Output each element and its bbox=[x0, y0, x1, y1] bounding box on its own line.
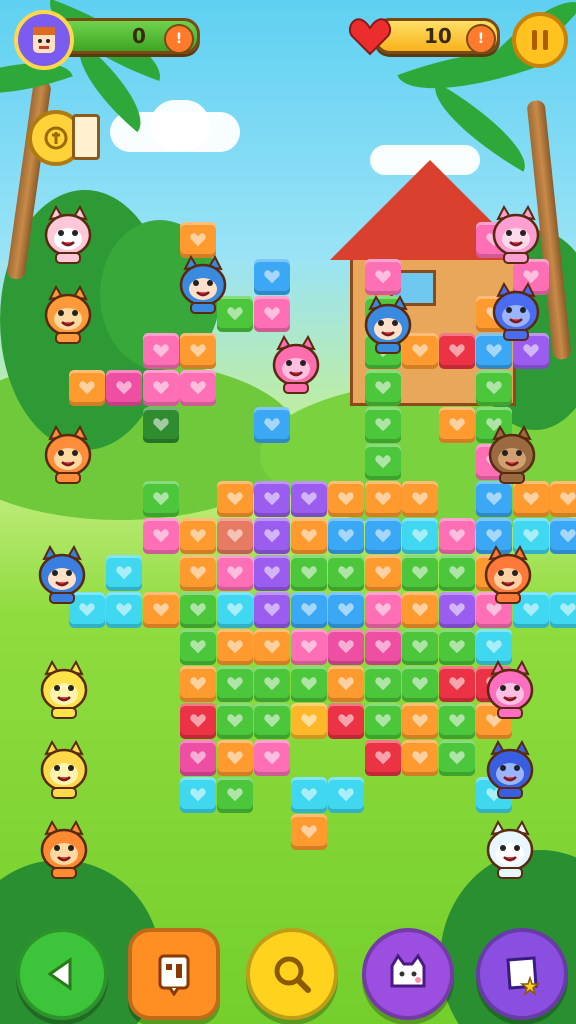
pet-button[interactable] bbox=[362, 928, 454, 1020]
orange-fish-character[interactable] bbox=[480, 544, 536, 609]
score-value: 0 bbox=[132, 24, 146, 48]
arrow-left-icon bbox=[47, 957, 72, 991]
map-star-button[interactable] bbox=[476, 928, 568, 1020]
card-button[interactable] bbox=[128, 928, 220, 1020]
avatar[interactable] bbox=[14, 10, 74, 70]
pink-cat-character[interactable] bbox=[40, 204, 96, 269]
pause-button[interactable] bbox=[512, 12, 568, 68]
orange-bear-character[interactable] bbox=[40, 284, 96, 349]
boy-2-character[interactable] bbox=[360, 294, 416, 359]
notice-card[interactable] bbox=[72, 114, 100, 160]
yellow-bear-character[interactable] bbox=[36, 739, 92, 804]
orange-fox-character[interactable] bbox=[36, 819, 92, 884]
game-scene: 0 ! 10 ! bbox=[0, 0, 576, 1024]
map-star-icon bbox=[506, 956, 541, 996]
girl-character[interactable] bbox=[34, 544, 90, 609]
pink-blob-character[interactable] bbox=[488, 204, 544, 269]
white-cat-character[interactable] bbox=[482, 819, 538, 884]
boy-character[interactable] bbox=[175, 254, 231, 319]
brown-bear-character[interactable] bbox=[484, 424, 540, 489]
blue-robot-2-character[interactable] bbox=[482, 739, 538, 804]
alert-icon: ! bbox=[466, 24, 496, 54]
card-icon bbox=[158, 954, 190, 996]
avatar-icon bbox=[33, 27, 55, 53]
pink-robot-character[interactable] bbox=[482, 659, 538, 724]
pink-dragon-character[interactable] bbox=[268, 334, 324, 399]
magnifier-icon bbox=[274, 956, 311, 993]
coin-icon bbox=[44, 126, 68, 150]
heart-icon bbox=[348, 18, 392, 56]
score-hud: 0 ! bbox=[14, 10, 204, 70]
cat-face-icon bbox=[390, 953, 426, 988]
pause-icon bbox=[532, 30, 548, 50]
alert-icon: ! bbox=[164, 24, 194, 54]
back-button[interactable] bbox=[16, 928, 108, 1020]
blue-robot-character[interactable] bbox=[488, 281, 544, 346]
lives-value: 10 bbox=[424, 24, 452, 48]
search-button[interactable] bbox=[246, 928, 338, 1020]
yellow-cat-character[interactable] bbox=[36, 659, 92, 724]
lives-hud: 10 ! bbox=[348, 10, 508, 64]
orange-cat-character[interactable] bbox=[40, 424, 96, 489]
